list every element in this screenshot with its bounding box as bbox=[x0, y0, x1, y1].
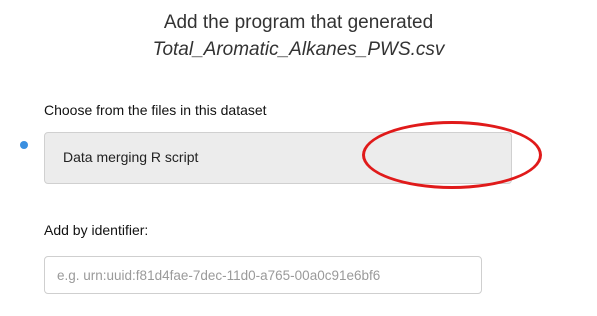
choose-files-label: Choose from the files in this dataset bbox=[44, 102, 267, 118]
file-name: Total_Aromatic_Alkanes_PWS.csv bbox=[152, 39, 445, 60]
red-annotation-circle bbox=[362, 121, 542, 189]
title-line: Add the program that generated bbox=[163, 12, 434, 33]
identifier-input[interactable] bbox=[44, 256, 482, 294]
dialog-title: Add the program that generated Total_Aro… bbox=[0, 9, 597, 63]
selected-radio-indicator[interactable] bbox=[20, 141, 28, 149]
file-option-label: Data merging R script bbox=[63, 149, 199, 165]
add-by-identifier-label: Add by identifier: bbox=[44, 222, 149, 238]
